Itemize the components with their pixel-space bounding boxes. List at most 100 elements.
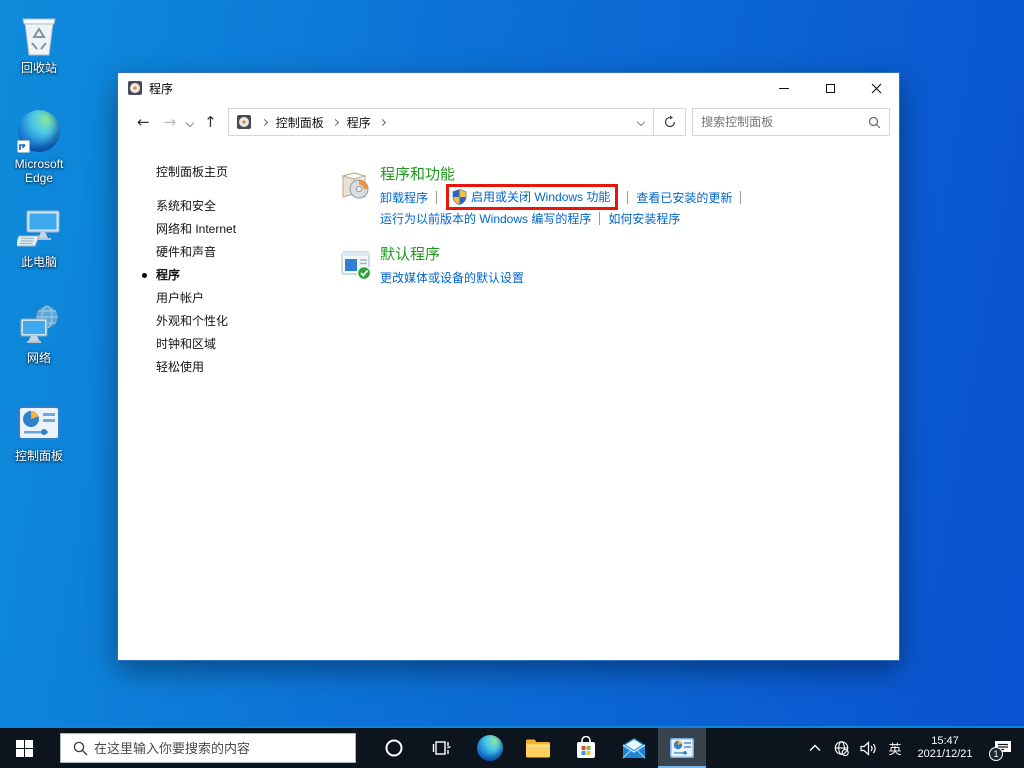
- default-programs-links-row: 更改媒体或设备的默认设置: [380, 267, 524, 288]
- link-view-installed-updates[interactable]: 查看已安装的更新: [636, 189, 732, 206]
- link-separator: [599, 212, 601, 225]
- start-button[interactable]: [0, 728, 48, 768]
- title-bar: 程序: [118, 73, 899, 103]
- sidebar-item-user-accounts[interactable]: 用户帐户: [156, 287, 332, 310]
- address-bar[interactable]: 控制面板 程序: [227, 108, 687, 136]
- sidebar-item-network-internet[interactable]: 网络和 Internet: [156, 218, 332, 241]
- taskbar-search-input[interactable]: [88, 740, 355, 756]
- link-uninstall-program[interactable]: 卸载程序: [380, 189, 428, 206]
- control-panel-window: 程序 ← → ↑ 控制面板 程序 搜索控制面板 控制面板主页 系统和安全 网络和…: [117, 72, 900, 661]
- sidebar: 控制面板主页 系统和安全 网络和 Internet 硬件和声音 程序 用户帐户 …: [118, 141, 332, 379]
- link-change-default-media[interactable]: 更改媒体或设备的默认设置: [380, 269, 524, 286]
- close-icon: [871, 83, 881, 93]
- refresh-button[interactable]: [653, 109, 685, 135]
- desktop-icon-edge[interactable]: Microsoft Edge: [0, 108, 78, 185]
- mail-button[interactable]: [610, 728, 658, 768]
- programs-features-title[interactable]: 程序和功能: [380, 165, 749, 184]
- windows-logo-icon: [15, 739, 33, 757]
- chevron-up-icon: [809, 744, 821, 751]
- sidebar-item-clock-region[interactable]: 时钟和区域: [156, 333, 332, 356]
- notification-badge: 1: [989, 747, 1003, 761]
- breadcrumb-separator-icon: [260, 118, 268, 126]
- link-separator: [436, 191, 438, 204]
- breadcrumb-separator-icon: [331, 118, 339, 126]
- task-view-button[interactable]: [418, 728, 466, 768]
- sidebar-item-ease-of-access[interactable]: 轻松使用: [156, 356, 332, 379]
- mail-icon: [622, 738, 646, 759]
- refresh-icon: [664, 115, 675, 128]
- tray-ime-indicator[interactable]: 英: [882, 728, 908, 768]
- network-icon: [16, 302, 62, 348]
- shortcut-arrow-icon: [17, 140, 30, 153]
- desktop-icon-control-panel[interactable]: 控制面板: [0, 400, 78, 463]
- desktop-icon-label: Microsoft Edge: [14, 157, 64, 185]
- sidebar-item-appearance[interactable]: 外观和个性化: [156, 310, 332, 333]
- programs-features-links-row2: 运行为以前版本的 Windows 编写的程序 如何安装程序: [380, 208, 749, 229]
- sidebar-item-hardware-sound[interactable]: 硬件和声音: [156, 241, 332, 264]
- back-button[interactable]: ←: [130, 114, 157, 130]
- desktop-icon-this-pc[interactable]: 此电脑: [0, 206, 78, 269]
- file-explorer-button[interactable]: [514, 728, 562, 768]
- programs-features-links-row1: 卸载程序 启用或关闭 Windows 功能 查看已安装的更新: [380, 184, 749, 210]
- store-icon: [577, 736, 595, 758]
- sidebar-item-system-security[interactable]: 系统和安全: [156, 195, 332, 218]
- tray-volume-button[interactable]: [855, 728, 882, 768]
- link-separator: [740, 191, 742, 204]
- search-icon: [73, 741, 88, 755]
- edge-icon: [16, 108, 62, 154]
- this-pc-icon: [16, 206, 62, 252]
- breadcrumb-separator-icon: [378, 118, 386, 126]
- link-separator: [627, 191, 629, 204]
- edge-taskbar-button[interactable]: [466, 728, 514, 768]
- speaker-icon: [860, 740, 876, 756]
- up-button[interactable]: ↑: [197, 114, 224, 130]
- desktop-icon-network[interactable]: 网络: [0, 302, 78, 365]
- action-center-button[interactable]: 1: [982, 728, 1024, 768]
- network-no-internet-icon: [834, 740, 849, 756]
- tray-time: 15:47: [931, 735, 959, 747]
- maximize-icon: [825, 83, 835, 93]
- sidebar-item-home[interactable]: 控制面板主页: [156, 161, 332, 183]
- link-turn-windows-features[interactable]: 启用或关闭 Windows 功能: [471, 188, 610, 205]
- control-panel-taskbar-button[interactable]: [658, 728, 706, 768]
- sidebar-item-programs[interactable]: 程序: [142, 264, 332, 287]
- tray-clock[interactable]: 15:47 2021/12/21: [908, 728, 982, 768]
- taskbar-search[interactable]: [60, 733, 356, 763]
- sidebar-item-label: 程序: [156, 268, 181, 282]
- file-explorer-icon: [526, 739, 550, 758]
- main-content: 程序和功能 卸载程序 启用或关闭 Windows 功能 查看已安装的更新 运行为…: [332, 141, 899, 288]
- default-programs-icon: [340, 248, 372, 288]
- link-run-older-programs[interactable]: 运行为以前版本的 Windows 编写的程序: [380, 210, 591, 227]
- default-programs-title[interactable]: 默认程序: [380, 245, 524, 264]
- section-programs-features: 程序和功能 卸载程序 启用或关闭 Windows 功能 查看已安装的更新 运行为…: [340, 165, 899, 229]
- highlight-box: 启用或关闭 Windows 功能: [446, 184, 619, 210]
- minimize-icon: [779, 87, 789, 89]
- cortana-button[interactable]: [370, 728, 418, 768]
- current-item-bullet: [142, 273, 147, 278]
- breadcrumb-control-panel[interactable]: 控制面板: [275, 114, 325, 131]
- system-tray: 英 15:47 2021/12/21 1: [802, 728, 1024, 768]
- minimize-button[interactable]: [761, 73, 807, 103]
- window-icon: [128, 81, 142, 95]
- store-button[interactable]: [562, 728, 610, 768]
- programs-features-icon: [340, 168, 372, 229]
- forward-button[interactable]: →: [157, 114, 184, 130]
- tray-network-button[interactable]: [828, 728, 855, 768]
- search-input[interactable]: [693, 115, 868, 129]
- control-panel-search[interactable]: [692, 108, 890, 136]
- chevron-down-icon: [636, 117, 646, 127]
- uac-shield-icon: [452, 188, 467, 205]
- window-title: 程序: [149, 81, 174, 96]
- task-view-icon: [432, 741, 451, 755]
- link-how-to-install[interactable]: 如何安装程序: [608, 210, 680, 227]
- close-button[interactable]: [853, 73, 899, 103]
- section-default-programs: 默认程序 更改媒体或设备的默认设置: [340, 245, 899, 288]
- maximize-button[interactable]: [807, 73, 853, 103]
- chevron-down-icon: [185, 118, 195, 128]
- recent-pages-button[interactable]: [183, 115, 197, 129]
- breadcrumb-programs[interactable]: 程序: [346, 114, 372, 131]
- taskbar: 英 15:47 2021/12/21 1: [0, 726, 1024, 768]
- tray-expand-button[interactable]: [802, 728, 828, 768]
- desktop-icon-recycle-bin[interactable]: 回收站: [0, 12, 78, 75]
- address-dropdown-button[interactable]: [629, 109, 653, 135]
